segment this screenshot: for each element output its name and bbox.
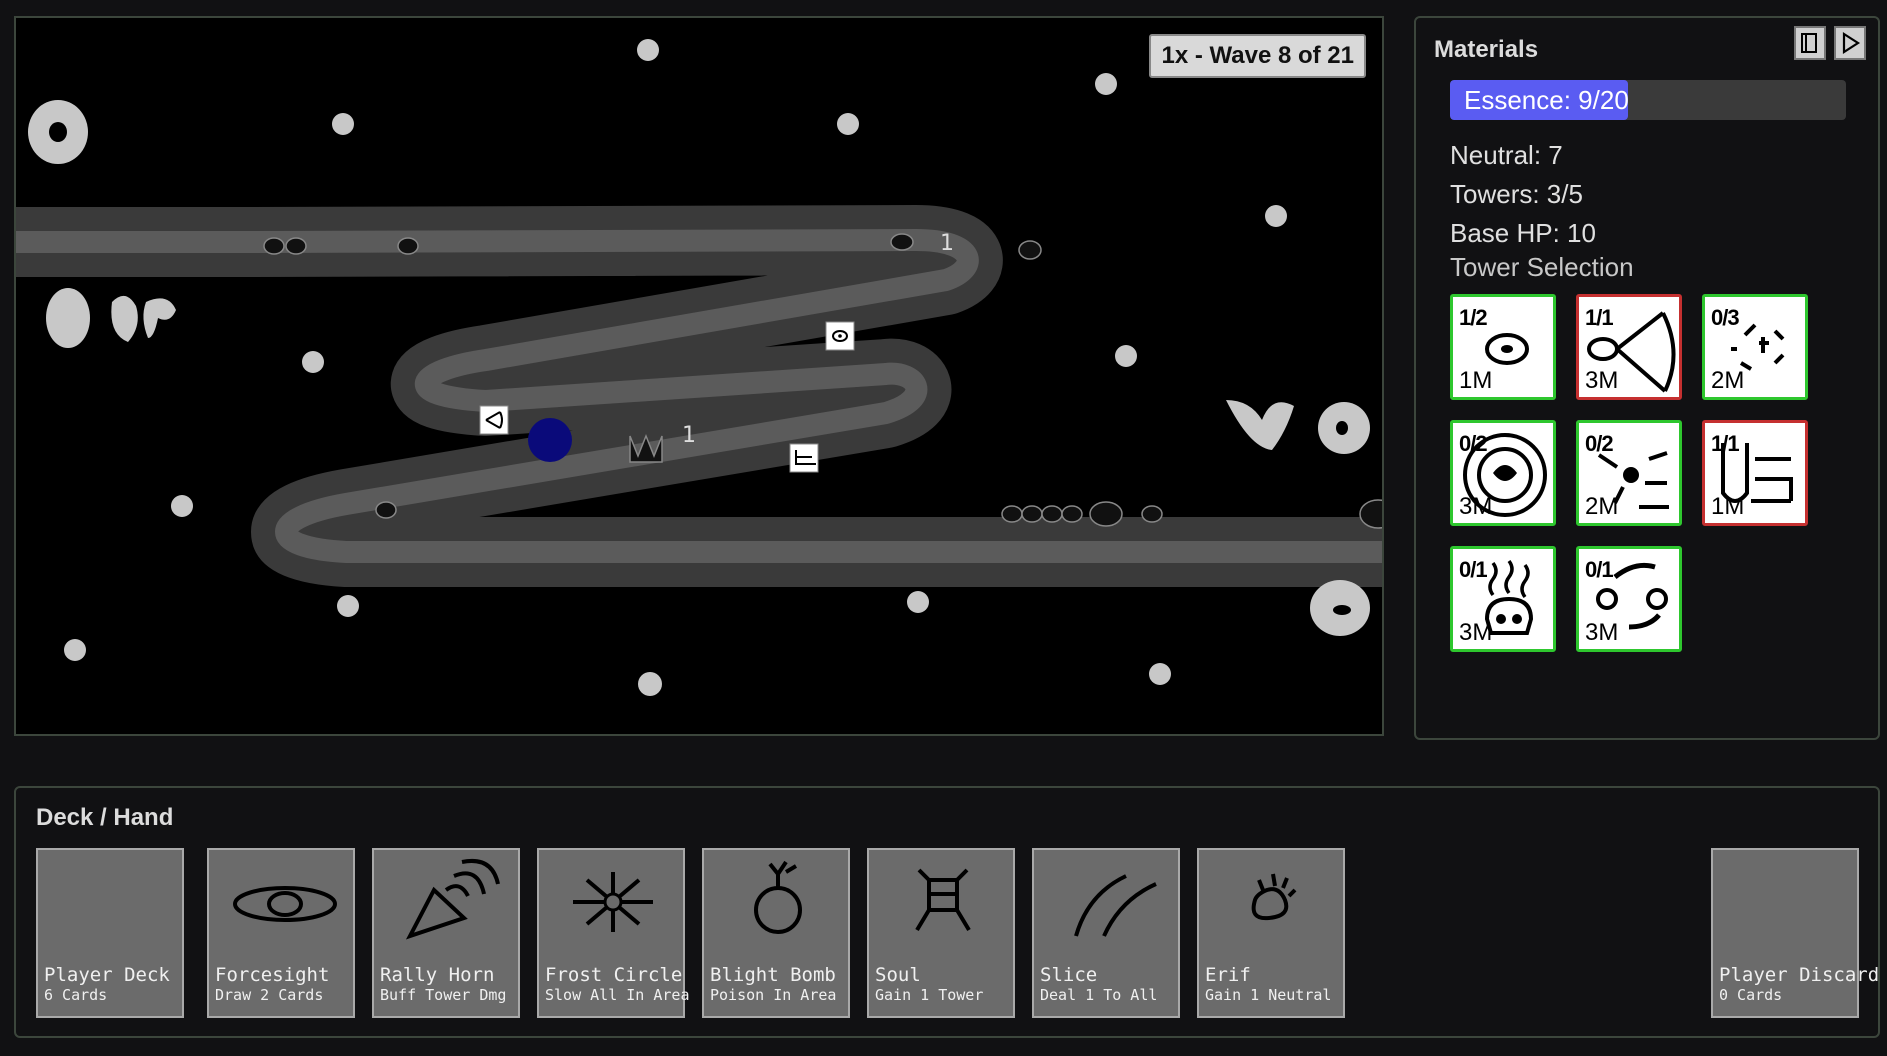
card-desc: Poison In Area xyxy=(710,986,837,1004)
tower-option-skull[interactable]: 0/1 3M xyxy=(1450,546,1556,652)
horn-icon xyxy=(405,859,500,940)
player-discard-pile[interactable]: Player Discard 0 Cards xyxy=(1711,848,1879,1018)
card-name: Player Discard xyxy=(1719,964,1880,986)
snowflake-icon xyxy=(573,872,653,932)
tower-option-blade[interactable]: 0/2 2M xyxy=(1576,420,1682,526)
slash-icon xyxy=(1074,874,1157,937)
deck-hand-title: Deck / Hand xyxy=(36,804,174,831)
player-base[interactable] xyxy=(528,418,572,462)
card-desc: Slow All In Area xyxy=(545,986,690,1004)
card-name: Blight Bomb xyxy=(710,964,836,986)
neutral-count: Neutral: 7 xyxy=(1450,140,1563,170)
play-button[interactable] xyxy=(1834,26,1866,60)
enemy-path xyxy=(16,229,1382,563)
card-blight-bomb[interactable]: Blight Bomb Poison In Area xyxy=(702,848,850,1018)
tower-option-face[interactable]: 0/1 3M xyxy=(1576,546,1682,652)
card-name: Forcesight xyxy=(215,964,330,986)
bomb-icon xyxy=(754,860,802,934)
player-deck-pile[interactable]: Player Deck 6 Cards xyxy=(36,848,184,1018)
eye-icon xyxy=(233,886,337,922)
card-desc: 0 Cards xyxy=(1719,986,1783,1004)
play-icon xyxy=(1842,32,1861,54)
card-soul[interactable]: Soul Gain 1 Tower xyxy=(867,848,1015,1018)
book-icon xyxy=(1801,33,1817,53)
soul-icon xyxy=(915,868,971,932)
game-field[interactable]: 1 1 1x - Wave 8 of 21 xyxy=(14,16,1384,736)
materials-title: Materials xyxy=(1434,36,1539,63)
card-rally-horn[interactable]: Rally Horn Buff Tower Dmg xyxy=(372,848,520,1018)
card-name: Slice xyxy=(1040,964,1098,986)
deck-hand-panel: Deck / Hand Player Deck 6 Cards Forcesig… xyxy=(14,786,1880,1038)
essence-fill: Essence: 9/20 xyxy=(1450,80,1629,120)
tower-option-fist[interactable]: 1/1 1M xyxy=(1702,420,1808,526)
tower-selection-label: Tower Selection xyxy=(1450,252,1634,282)
placed-tower-fist[interactable] xyxy=(789,443,819,473)
wave-indicator: 1x - Wave 8 of 21 xyxy=(1149,34,1366,78)
card-desc: Gain 1 Tower xyxy=(875,986,984,1004)
card-name: Erif xyxy=(1205,964,1251,986)
card-name: Player Deck xyxy=(44,964,170,986)
card-desc: Gain 1 Neutral xyxy=(1205,986,1332,1004)
base-hp: Base HP: 10 xyxy=(1450,218,1596,248)
card-desc: Draw 2 Cards xyxy=(215,986,324,1004)
tower-option-eye[interactable]: 1/2 1M xyxy=(1450,294,1556,400)
deck-view-button[interactable] xyxy=(1794,26,1826,60)
card-erif[interactable]: Erif Gain 1 Neutral xyxy=(1197,848,1345,1018)
card-forcesight[interactable]: Forcesight Draw 2 Cards xyxy=(207,848,355,1018)
placed-tower-horn[interactable] xyxy=(479,405,509,435)
card-frost-circle[interactable]: Frost Circle Slow All In Area xyxy=(537,848,690,1018)
card-desc: 6 Cards xyxy=(44,986,108,1004)
map-canvas[interactable]: 1 1 xyxy=(16,18,1384,736)
tower-count: Towers: 3/5 xyxy=(1450,179,1583,209)
card-slice[interactable]: Slice Deal 1 To All xyxy=(1032,848,1180,1018)
tower-option-frost[interactable]: 0/3 2M xyxy=(1702,294,1808,400)
card-name: Frost Circle xyxy=(545,964,683,986)
materials-panel: Materials Essence: 9/20 Neutral: 7 Tower… xyxy=(1414,16,1880,740)
card-name: Rally Horn xyxy=(380,964,495,986)
damage-label: 1 xyxy=(682,423,696,448)
placed-tower-eye[interactable] xyxy=(825,321,855,351)
card-desc: Buff Tower Dmg xyxy=(380,986,507,1004)
flame-icon xyxy=(1251,873,1297,921)
tower-option-horn[interactable]: 1/1 3M xyxy=(1576,294,1682,400)
card-name: Soul xyxy=(875,964,921,986)
tower-option-vortex[interactable]: 0/2 3M xyxy=(1450,420,1556,526)
essence-bar: Essence: 9/20 xyxy=(1450,80,1846,120)
damage-label: 1 xyxy=(940,231,954,256)
card-desc: Deal 1 To All xyxy=(1040,986,1158,1004)
